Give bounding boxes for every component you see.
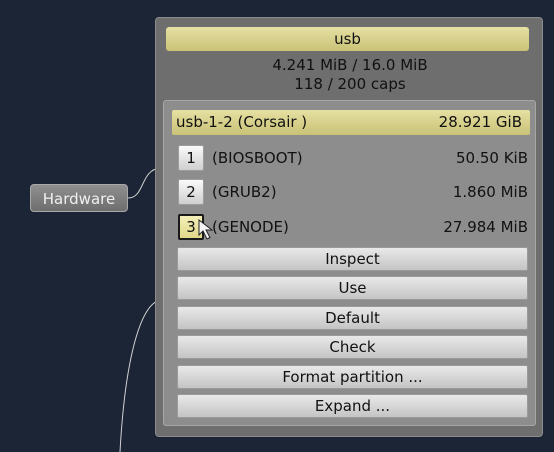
device-name: usb-1-2 (Corsair ) — [176, 113, 308, 131]
partition-row-3: 3 (GENODE) 27.984 MiB — [178, 214, 528, 242]
caps-usage: 118 / 200 caps — [294, 75, 406, 93]
partition-size: 27.984 MiB — [443, 218, 528, 236]
partition-label: (GRUB2) — [212, 183, 277, 201]
mouse-cursor-icon — [198, 218, 214, 240]
partition-button-1[interactable]: 1 — [178, 145, 204, 171]
format-partition-button[interactable]: Format partition ... — [177, 365, 528, 389]
partition-label: (BIOSBOOT) — [212, 149, 303, 167]
ram-usage: 4.241 MiB / 16.0 MiB — [272, 56, 428, 74]
partition-label: (GENODE) — [212, 218, 289, 236]
check-button[interactable]: Check — [177, 335, 528, 359]
partition-row-2: 2 (GRUB2) 1.860 MiB — [178, 179, 528, 207]
partition-row-1: 1 (BIOSBOOT) 50.50 KiB — [178, 145, 528, 173]
partition-size: 1.860 MiB — [452, 183, 528, 201]
partition-button-2[interactable]: 2 — [178, 179, 204, 205]
panel-title: usb — [166, 27, 529, 51]
expand-button[interactable]: Expand ... — [177, 394, 528, 418]
partition-size: 50.50 KiB — [455, 149, 528, 167]
inspect-button[interactable]: Inspect — [177, 247, 528, 271]
use-button[interactable]: Use — [177, 276, 528, 300]
default-button[interactable]: Default — [177, 306, 528, 330]
device-header[interactable]: usb-1-2 (Corsair ) 28.921 GiB — [172, 110, 530, 135]
hardware-node[interactable]: Hardware — [30, 184, 128, 212]
device-size: 28.921 GiB — [438, 113, 522, 131]
